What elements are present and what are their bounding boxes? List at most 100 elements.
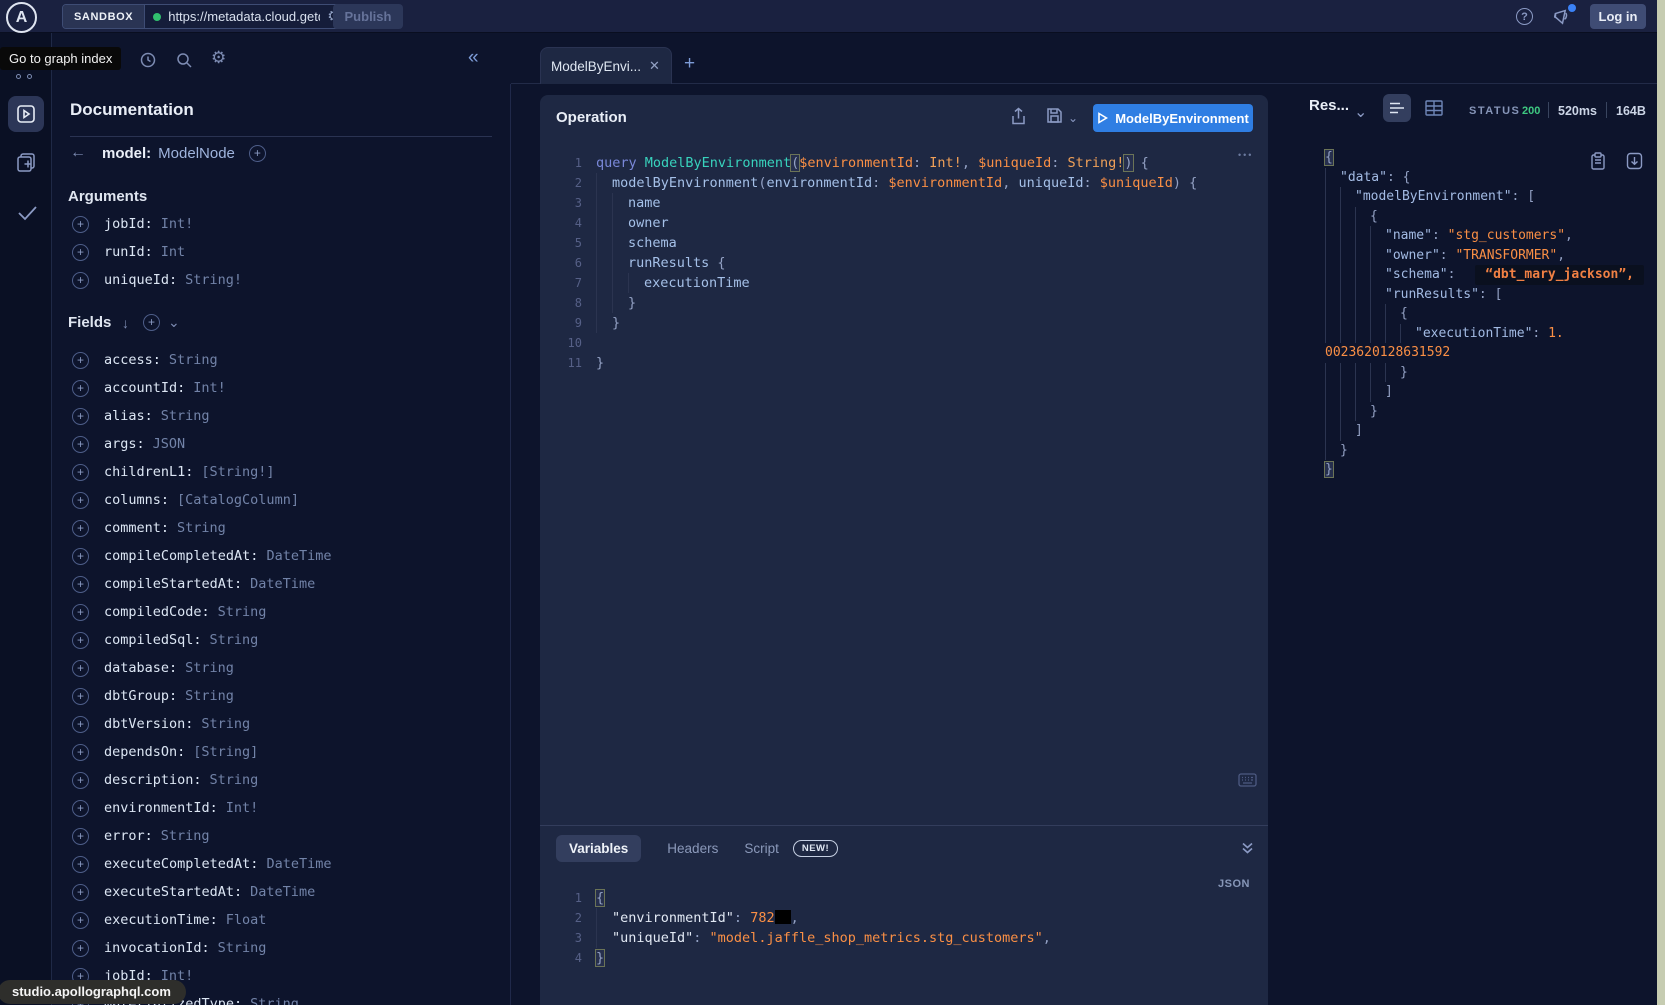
field-type[interactable]: String (161, 828, 210, 844)
add-to-query-button[interactable]: + (72, 576, 89, 593)
sidebar-item-collections[interactable] (15, 151, 37, 173)
doc-field-row[interactable]: + executeStartedAt: DateTime (52, 878, 510, 906)
endpoint-url-text[interactable]: https://metadata.cloud.getd (168, 9, 320, 24)
field-type[interactable]: Int! (193, 380, 226, 396)
field-name[interactable]: dbtGroup: (104, 688, 177, 704)
help-icon[interactable]: ? (1516, 8, 1533, 25)
field-name[interactable]: compiledSql: (104, 632, 202, 648)
field-name[interactable]: comment: (104, 520, 169, 536)
add-to-query-button[interactable]: + (72, 744, 89, 761)
add-to-query-button[interactable]: + (72, 772, 89, 789)
doc-field-row[interactable]: +dependsOn:[String] (52, 738, 510, 766)
doc-field-row[interactable]: +args:JSON (52, 430, 510, 458)
add-to-query-button[interactable]: + (72, 856, 89, 873)
sandbox-badge[interactable]: SANDBOX (63, 5, 145, 28)
doc-field-row[interactable]: +executionTime:Float (52, 906, 510, 934)
save-menu-chevron-icon[interactable]: ⌄ (1068, 111, 1078, 125)
add-to-query-button[interactable]: + (72, 604, 89, 621)
add-to-query-button[interactable]: + (72, 408, 89, 425)
field-name[interactable]: compileCompletedAt: (104, 548, 258, 564)
doc-argument-row[interactable]: +uniqueId:String! (52, 266, 510, 294)
doc-field-row[interactable]: + error: String (52, 822, 510, 850)
field-name[interactable]: description: (104, 772, 202, 788)
apollo-logo[interactable]: A (6, 2, 37, 33)
variables-divider[interactable] (540, 825, 1268, 826)
field-name[interactable]: error: (104, 828, 153, 844)
field-type[interactable]: [String!] (201, 464, 274, 480)
add-to-query-button[interactable]: + (72, 912, 89, 929)
field-type[interactable]: Float (226, 912, 267, 928)
add-to-query-button[interactable]: + (72, 884, 89, 901)
run-operation-button[interactable]: ModelByEnvironment (1093, 104, 1253, 132)
field-name[interactable]: environmentId: (104, 800, 218, 816)
add-to-query-button[interactable]: + (72, 688, 89, 705)
field-name[interactable]: dependsOn: (104, 744, 185, 760)
doc-argument-row[interactable]: +runId:Int (52, 238, 510, 266)
save-icon[interactable] (1046, 107, 1063, 124)
operation-tab[interactable]: ModelByEnvi... ✕ (540, 47, 672, 84)
field-name[interactable]: executeStartedAt: (104, 884, 242, 900)
add-to-query-button[interactable]: + (72, 272, 89, 289)
response-body[interactable]: {"data": {"modelByEnvironment": [{"name"… (1325, 148, 1655, 480)
field-name[interactable]: dbtVersion: (104, 716, 193, 732)
add-all-fields-button[interactable]: + (143, 314, 160, 331)
sidebar-item-explorer[interactable] (8, 96, 44, 132)
new-tab-button[interactable]: + (684, 53, 695, 75)
field-type[interactable]: [CatalogColumn] (177, 492, 299, 508)
close-tab-icon[interactable]: ✕ (649, 58, 660, 74)
variables-editor[interactable]: 1{2"environmentId": 782,3"uniqueId": "mo… (540, 888, 1268, 968)
add-to-query-button[interactable]: + (72, 352, 89, 369)
doc-field-row[interactable]: +childrenL1:[String!] (52, 458, 510, 486)
operation-code-editor[interactable]: 1query ModelByEnvironment($environmentId… (540, 153, 1268, 373)
field-name[interactable]: args: (104, 436, 145, 452)
fields-menu-chevron-icon[interactable]: ⌄ (168, 314, 180, 331)
add-to-query-button[interactable]: + (72, 632, 89, 649)
collapse-variables-icon[interactable] (1240, 841, 1255, 855)
field-name[interactable]: uniqueId: (104, 272, 177, 288)
field-type[interactable]: String (218, 604, 267, 620)
field-type[interactable]: String (250, 996, 299, 1005)
doc-field-row[interactable]: +access:String (52, 346, 510, 374)
field-type[interactable]: String (185, 688, 234, 704)
add-to-query-button[interactable]: + (72, 436, 89, 453)
field-name[interactable]: jobId: (104, 216, 153, 232)
tab-headers[interactable]: Headers (667, 841, 718, 856)
endpoint-url-input[interactable]: https://metadata.cloud.getd ⚙ (145, 5, 349, 28)
field-type[interactable]: String (210, 632, 259, 648)
keyboard-shortcuts-icon[interactable] (1238, 773, 1257, 787)
field-name[interactable]: invocationId: (104, 940, 210, 956)
field-name[interactable]: alias: (104, 408, 153, 424)
collapse-sidebar-icon[interactable]: « (468, 47, 479, 69)
tab-variables[interactable]: Variables (556, 835, 641, 862)
field-name[interactable]: access: (104, 352, 161, 368)
search-icon[interactable] (175, 51, 193, 69)
add-type-button[interactable]: + (249, 145, 266, 162)
share-icon[interactable] (1010, 107, 1027, 126)
table-view-toggle-button[interactable] (1425, 100, 1443, 116)
add-to-query-button[interactable]: + (72, 548, 89, 565)
field-name[interactable]: executeCompletedAt: (104, 856, 258, 872)
add-to-query-button[interactable]: + (72, 828, 89, 845)
add-to-query-button[interactable]: + (72, 216, 89, 233)
doc-field-row[interactable]: +database:String (52, 654, 510, 682)
doc-field-row[interactable]: +dbtVersion:String (52, 710, 510, 738)
add-to-query-button[interactable]: + (72, 380, 89, 397)
breadcrumb-type[interactable]: ModelNode (158, 145, 235, 162)
field-type[interactable]: Int (161, 244, 185, 260)
settings-gear-icon[interactable]: ⚙ (211, 48, 226, 68)
field-name[interactable]: accountId: (104, 380, 185, 396)
sort-fields-icon[interactable]: ↓ (122, 315, 129, 331)
response-menu-chevron-icon[interactable]: ⌄ (1354, 102, 1367, 122)
field-name[interactable]: columns: (104, 492, 169, 508)
add-to-query-button[interactable]: + (72, 492, 89, 509)
add-to-query-button[interactable]: + (72, 660, 89, 677)
field-type[interactable]: DateTime (250, 884, 315, 900)
doc-field-row[interactable]: +executeCompletedAt:DateTime (52, 850, 510, 878)
field-type[interactable]: DateTime (250, 576, 315, 592)
field-name[interactable]: compileStartedAt: (104, 576, 242, 592)
doc-field-row[interactable]: +description:String (52, 766, 510, 794)
field-type[interactable]: Int! (161, 216, 194, 232)
doc-field-row[interactable]: + compiledSql: String (52, 626, 510, 654)
add-to-query-button[interactable]: + (72, 464, 89, 481)
field-name[interactable]: runId: (104, 244, 153, 260)
